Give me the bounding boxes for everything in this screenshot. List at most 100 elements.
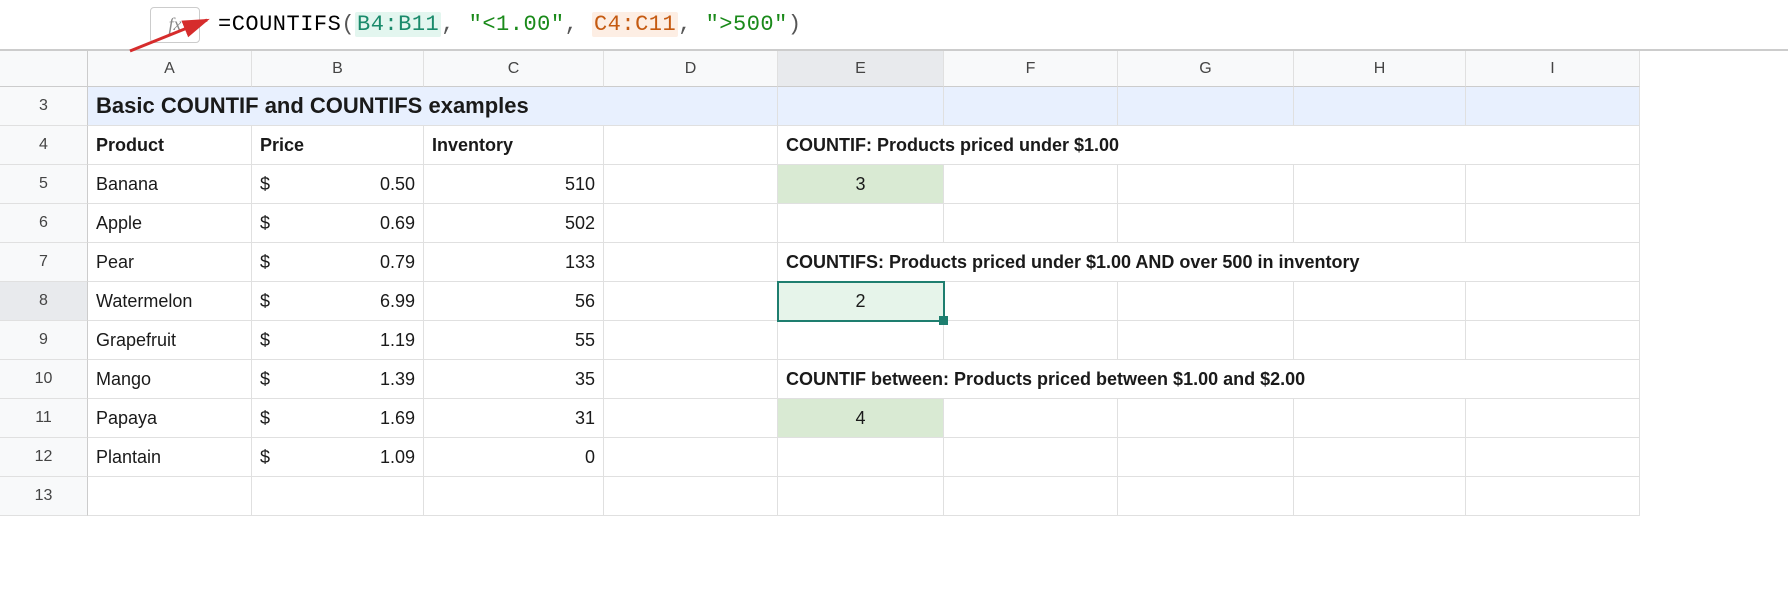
col-header-E[interactable]: E	[778, 51, 944, 87]
cell-C10[interactable]: 35	[424, 360, 604, 399]
countifs-result-selected[interactable]: 2	[778, 282, 944, 321]
cell-E6[interactable]	[778, 204, 944, 243]
row-header-3[interactable]: 3	[0, 87, 88, 126]
cell-D13[interactable]	[604, 477, 778, 516]
cell-H12[interactable]	[1294, 438, 1466, 477]
cell-G12[interactable]	[1118, 438, 1294, 477]
cell-H13[interactable]	[1294, 477, 1466, 516]
row-header-12[interactable]: 12	[0, 438, 88, 477]
cell-B6[interactable]: $0.69	[252, 204, 424, 243]
cell-F3[interactable]	[944, 87, 1118, 126]
cell-C11[interactable]: 31	[424, 399, 604, 438]
cell-C5[interactable]: 510	[424, 165, 604, 204]
between-result[interactable]: 4	[778, 399, 944, 438]
cell-A11[interactable]: Papaya	[88, 399, 252, 438]
cell-D7[interactable]	[604, 243, 778, 282]
cell-C13[interactable]	[424, 477, 604, 516]
cell-H9[interactable]	[1294, 321, 1466, 360]
cell-C7[interactable]: 133	[424, 243, 604, 282]
cell-D11[interactable]	[604, 399, 778, 438]
cell-I13[interactable]	[1466, 477, 1640, 516]
countifs-label[interactable]: COUNTIFS: Products priced under $1.00 AN…	[778, 243, 1640, 282]
cell-B9[interactable]: $1.19	[252, 321, 424, 360]
cell-C12[interactable]: 0	[424, 438, 604, 477]
cell-F13[interactable]	[944, 477, 1118, 516]
row-header-10[interactable]: 10	[0, 360, 88, 399]
cell-I3[interactable]	[1466, 87, 1640, 126]
cell-F8[interactable]	[944, 282, 1118, 321]
cell-B8[interactable]: $6.99	[252, 282, 424, 321]
cell-D8[interactable]	[604, 282, 778, 321]
cell-A10[interactable]: Mango	[88, 360, 252, 399]
cell-G13[interactable]	[1118, 477, 1294, 516]
cell-G9[interactable]	[1118, 321, 1294, 360]
cell-F5[interactable]	[944, 165, 1118, 204]
fx-icon[interactable]: fx	[150, 7, 200, 43]
row-header-6[interactable]: 6	[0, 204, 88, 243]
cell-A6[interactable]: Apple	[88, 204, 252, 243]
header-product[interactable]: Product	[88, 126, 252, 165]
countif-result[interactable]: 3	[778, 165, 944, 204]
cell-C9[interactable]: 55	[424, 321, 604, 360]
cell-E9[interactable]	[778, 321, 944, 360]
cell-G6[interactable]	[1118, 204, 1294, 243]
cell-D9[interactable]	[604, 321, 778, 360]
col-header-F[interactable]: F	[944, 51, 1118, 87]
cell-B11[interactable]: $1.69	[252, 399, 424, 438]
col-header-A[interactable]: A	[88, 51, 252, 87]
cell-I9[interactable]	[1466, 321, 1640, 360]
cell-D12[interactable]	[604, 438, 778, 477]
cell-E13[interactable]	[778, 477, 944, 516]
row-header-8[interactable]: 8	[0, 282, 88, 321]
cell-H11[interactable]	[1294, 399, 1466, 438]
col-header-C[interactable]: C	[424, 51, 604, 87]
cell-E12[interactable]	[778, 438, 944, 477]
cell-G11[interactable]	[1118, 399, 1294, 438]
header-price[interactable]: Price	[252, 126, 424, 165]
cell-G3[interactable]	[1118, 87, 1294, 126]
cell-A9[interactable]: Grapefruit	[88, 321, 252, 360]
cell-C6[interactable]: 502	[424, 204, 604, 243]
cell-A13[interactable]	[88, 477, 252, 516]
cell-E3[interactable]	[778, 87, 944, 126]
header-inventory[interactable]: Inventory	[424, 126, 604, 165]
cell-H5[interactable]	[1294, 165, 1466, 204]
cell-C8[interactable]: 56	[424, 282, 604, 321]
cell-I12[interactable]	[1466, 438, 1640, 477]
cell-H8[interactable]	[1294, 282, 1466, 321]
countif-label[interactable]: COUNTIF: Products priced under $1.00	[778, 126, 1640, 165]
selection-handle-icon[interactable]	[939, 316, 948, 325]
cell-F12[interactable]	[944, 438, 1118, 477]
cell-D6[interactable]	[604, 204, 778, 243]
cell-H3[interactable]	[1294, 87, 1466, 126]
cell-F9[interactable]	[944, 321, 1118, 360]
col-header-G[interactable]: G	[1118, 51, 1294, 87]
title-cell[interactable]: Basic COUNTIF and COUNTIFS examples	[88, 87, 778, 126]
row-header-4[interactable]: 4	[0, 126, 88, 165]
cell-D5[interactable]	[604, 165, 778, 204]
cell-H6[interactable]	[1294, 204, 1466, 243]
row-header-11[interactable]: 11	[0, 399, 88, 438]
cell-I6[interactable]	[1466, 204, 1640, 243]
col-header-B[interactable]: B	[252, 51, 424, 87]
cell-F6[interactable]	[944, 204, 1118, 243]
cell-D4[interactable]	[604, 126, 778, 165]
row-header-13[interactable]: 13	[0, 477, 88, 516]
cell-A5[interactable]: Banana	[88, 165, 252, 204]
row-header-5[interactable]: 5	[0, 165, 88, 204]
spreadsheet-grid[interactable]: A B C D E F G H I 3 Basic COUNTIF and CO…	[0, 50, 1788, 516]
cell-A12[interactable]: Plantain	[88, 438, 252, 477]
cell-I11[interactable]	[1466, 399, 1640, 438]
cell-B7[interactable]: $0.79	[252, 243, 424, 282]
cell-G5[interactable]	[1118, 165, 1294, 204]
row-header-9[interactable]: 9	[0, 321, 88, 360]
cell-G8[interactable]	[1118, 282, 1294, 321]
cell-A7[interactable]: Pear	[88, 243, 252, 282]
col-header-I[interactable]: I	[1466, 51, 1640, 87]
cell-I5[interactable]	[1466, 165, 1640, 204]
between-label[interactable]: COUNTIF between: Products priced between…	[778, 360, 1640, 399]
corner-cell[interactable]	[0, 51, 88, 87]
formula-input[interactable]: =COUNTIFS(B4:B11, "<1.00", C4:C11, ">500…	[218, 12, 802, 37]
cell-A8[interactable]: Watermelon	[88, 282, 252, 321]
cell-F11[interactable]	[944, 399, 1118, 438]
